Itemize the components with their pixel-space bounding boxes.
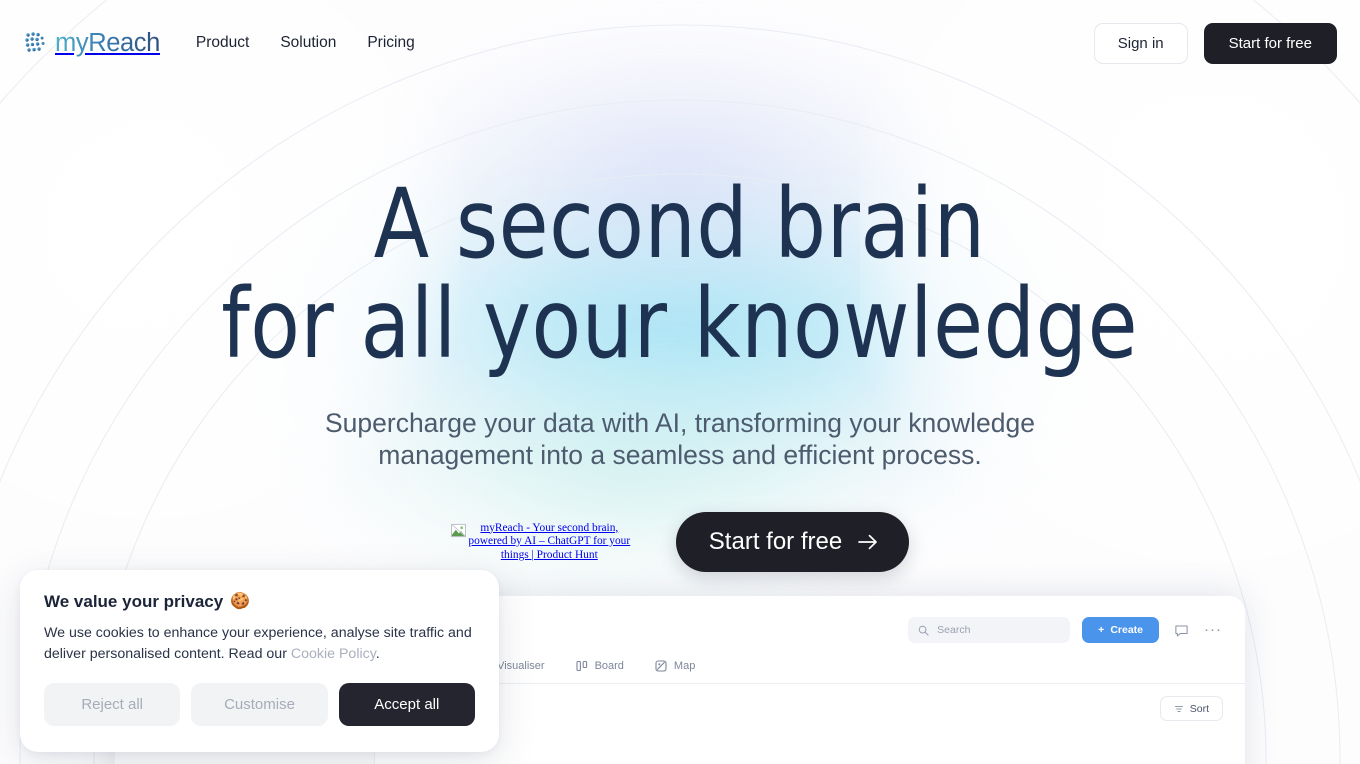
- hero-subtitle: Supercharge your data with AI, transform…: [324, 408, 1035, 471]
- tab-board[interactable]: Board: [576, 660, 624, 683]
- sign-in-button[interactable]: Sign in: [1093, 22, 1188, 64]
- hero-cta-row: myReach - Your second brain, powered by …: [450, 511, 910, 572]
- reject-all-button[interactable]: Reject all: [44, 683, 181, 726]
- nav-link-solution[interactable]: Solution: [280, 34, 336, 52]
- mockup-topbar-actions: Search + Create ···: [908, 617, 1223, 643]
- start-for-free-hero-label: Start for free: [708, 527, 843, 555]
- search-icon: [918, 625, 929, 636]
- cookie-consent-banner: We value your privacy 🍪 We use cookies t…: [20, 570, 499, 752]
- mockup-toolbar: Filters Sort: [375, 684, 1245, 721]
- cookie-banner-title-text: We value your privacy: [44, 592, 224, 611]
- tab-map-label: Map: [673, 660, 696, 672]
- page-title: A second brain for all your knowledge: [221, 168, 1139, 381]
- mockup-topbar: t ACME Search + Create: [375, 596, 1245, 643]
- brand-wordmark: myReach: [55, 28, 160, 57]
- cookie-banner-actions: Reject all Customise Accept all: [44, 683, 475, 726]
- mockup-more-menu-button[interactable]: ···: [1203, 620, 1223, 640]
- mockup-main: t ACME Search + Create: [375, 596, 1245, 764]
- tab-map[interactable]: Map: [655, 660, 695, 683]
- product-hunt-badge-broken-image[interactable]: myReach - Your second brain, powered by …: [450, 521, 632, 563]
- headline-line-2: for all your knowledge: [221, 268, 1139, 381]
- product-hunt-alt-text: myReach - Your second brain, powered by …: [468, 521, 631, 561]
- mockup-search-input[interactable]: Search: [908, 617, 1071, 643]
- mockup-create-button[interactable]: + Create: [1082, 617, 1159, 643]
- nav-links: Product Solution Pricing: [196, 34, 415, 52]
- arrow-right-icon: [858, 534, 878, 550]
- accept-all-button[interactable]: Accept all: [338, 683, 475, 726]
- start-for-free-hero-button[interactable]: Start for free: [675, 511, 910, 572]
- brand-logo[interactable]: myReach: [23, 29, 160, 58]
- broken-image-icon: [450, 523, 466, 537]
- nav-link-pricing[interactable]: Pricing: [367, 34, 414, 52]
- myreach-dots-icon: [25, 32, 45, 52]
- headline-line-1: A second brain: [374, 168, 986, 280]
- map-icon: [655, 660, 667, 672]
- tab-board-label: Board: [594, 660, 624, 672]
- nav-actions: Sign in Start for free: [1093, 22, 1337, 64]
- board-icon: [576, 660, 587, 672]
- create-plus-icon: +: [1098, 624, 1105, 636]
- cookie-body-after: .: [375, 646, 380, 662]
- tab-visualiser-label: Visualiser: [497, 660, 545, 672]
- mockup-sort-label: Sort: [1189, 702, 1209, 715]
- cookie-banner-title: We value your privacy 🍪: [44, 592, 475, 612]
- chat-bubble-icon: [1174, 624, 1188, 636]
- customise-button[interactable]: Customise: [191, 683, 328, 726]
- mockup-create-label: Create: [1110, 624, 1143, 636]
- sort-icon: [1174, 705, 1183, 712]
- mockup-sort-button[interactable]: Sort: [1159, 696, 1223, 721]
- nav-link-product[interactable]: Product: [196, 34, 249, 52]
- mockup-search-placeholder: Search: [937, 624, 971, 636]
- mockup-tabs: Card Visualiser: [375, 643, 1245, 684]
- cookie-policy-link[interactable]: Cookie Policy: [291, 646, 376, 662]
- cookie-banner-body: We use cookies to enhance your experienc…: [44, 623, 475, 665]
- mockup-chat-button[interactable]: [1171, 620, 1191, 640]
- cookie-icon: 🍪: [230, 593, 251, 610]
- top-navbar: myReach Product Solution Pricing Sign in…: [0, 0, 1360, 86]
- cookie-body-before: We use cookies to enhance your experienc…: [44, 625, 472, 662]
- start-for-free-nav-button[interactable]: Start for free: [1203, 22, 1337, 64]
